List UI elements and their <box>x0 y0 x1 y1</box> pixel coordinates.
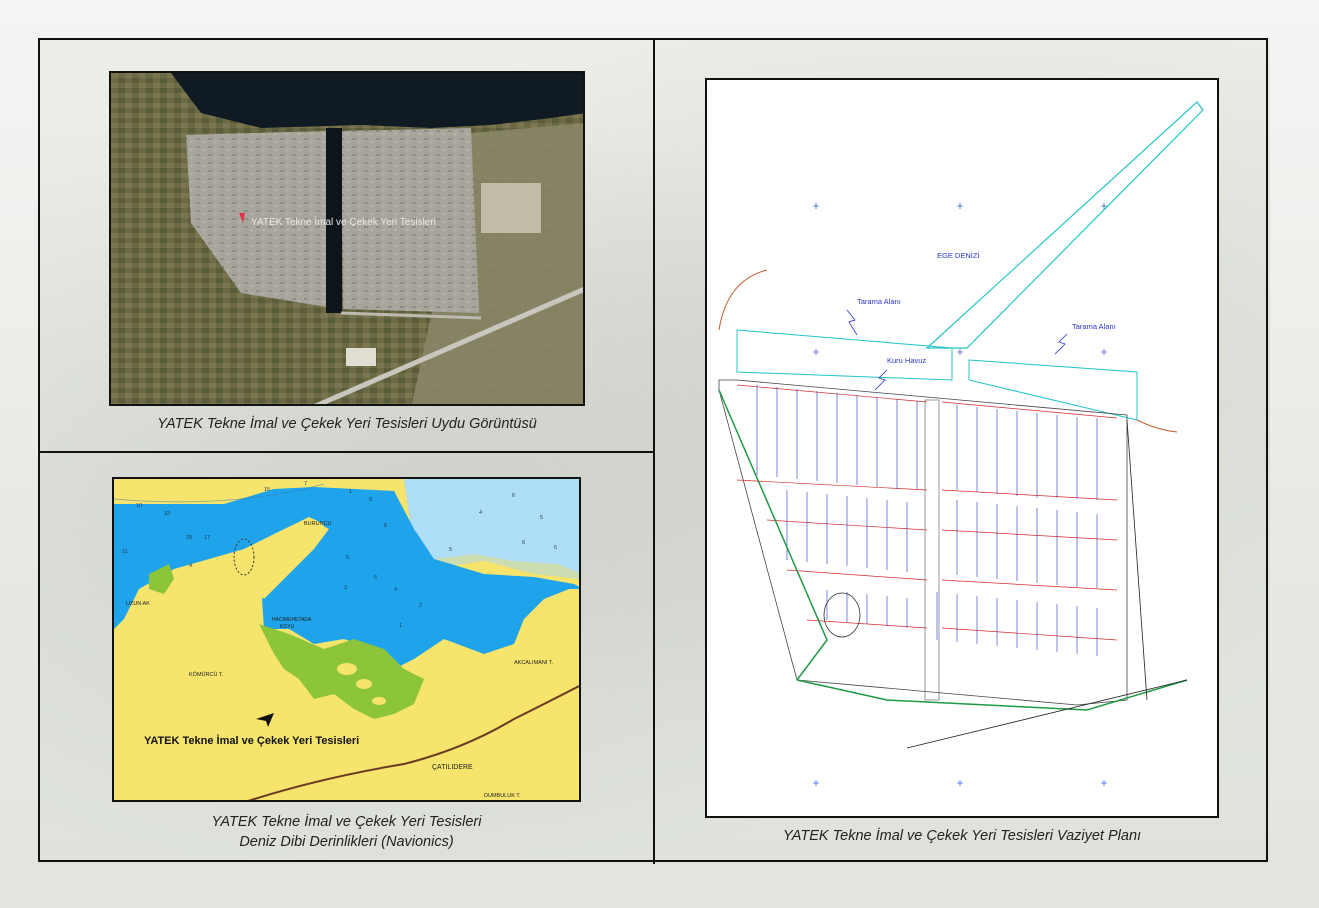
horizontal-divider <box>38 451 655 453</box>
